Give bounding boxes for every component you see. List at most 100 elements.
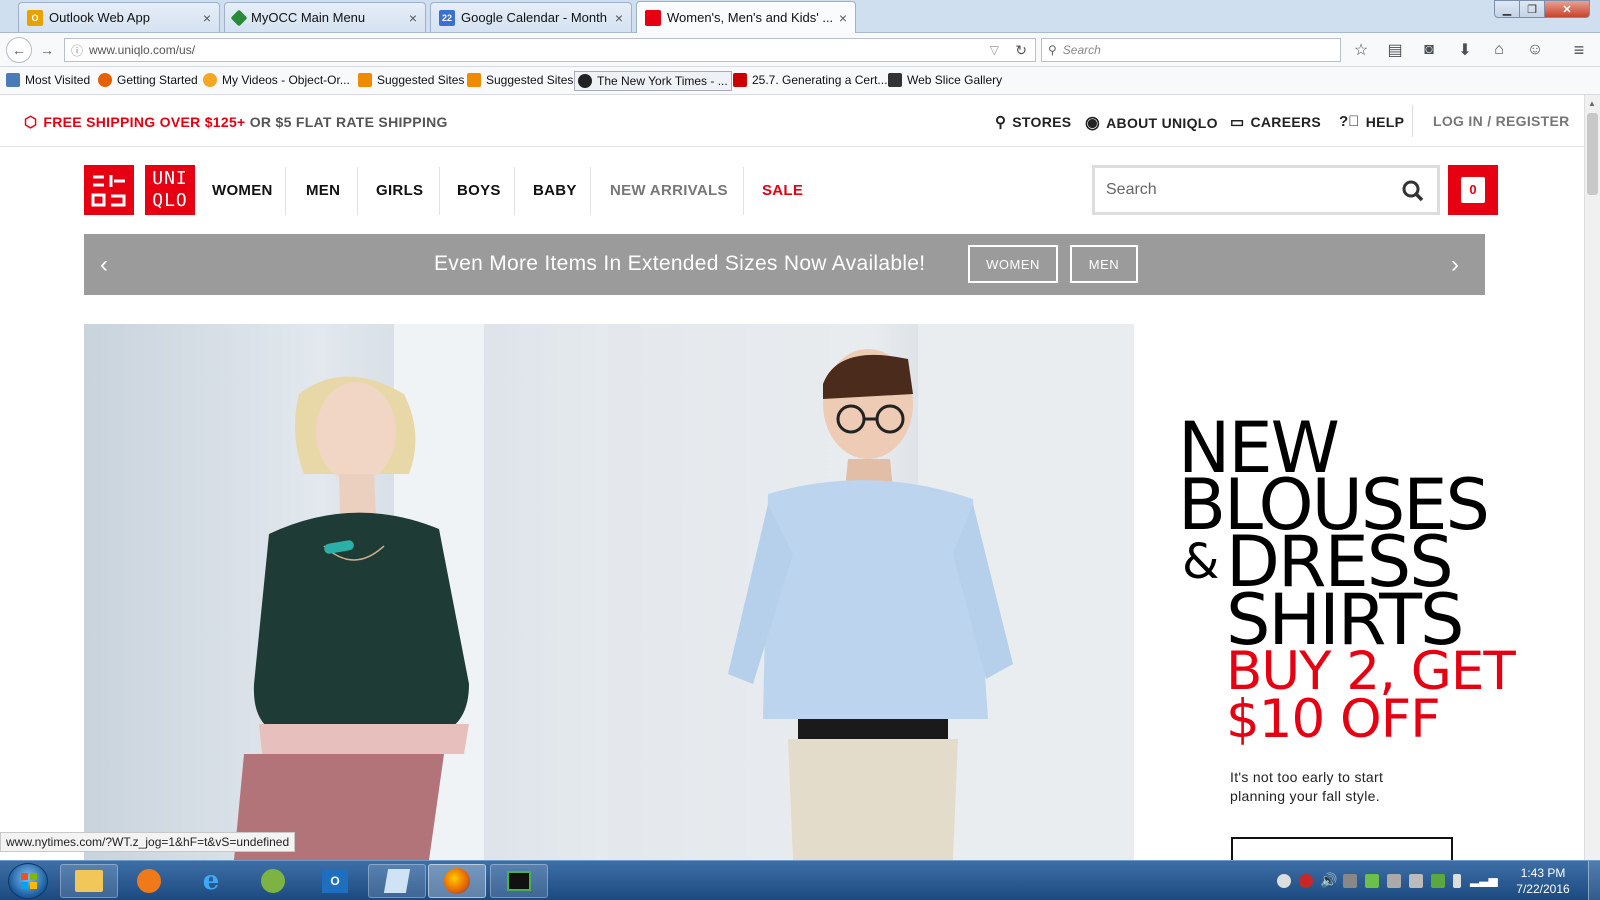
uniqlo-icon (645, 9, 661, 26)
nav-sale[interactable]: SALE (762, 182, 803, 199)
minimize-button[interactable]: ▁ (1494, 0, 1520, 18)
nav-divider (743, 167, 744, 215)
media-player-icon[interactable] (120, 864, 178, 898)
hero-image-men[interactable] (608, 324, 1134, 860)
bookmark-label: Suggested Sites (486, 73, 574, 87)
search-icon[interactable] (1401, 179, 1425, 203)
star-burst-icon (203, 73, 217, 87)
scroll-up-icon[interactable]: ▲ (1588, 99, 1596, 108)
internet-explorer-icon[interactable]: e (182, 864, 240, 898)
update-icon[interactable] (1431, 874, 1445, 888)
clock-time: 1:43 PM (1520, 866, 1566, 880)
close-icon[interactable]: × (409, 10, 417, 26)
nav-men[interactable]: MEN (306, 182, 340, 199)
sync-icon[interactable] (1365, 874, 1379, 888)
web-slice-icon (888, 73, 902, 87)
url-text[interactable]: www.uniqlo.com/us/ (89, 43, 195, 57)
careers-link[interactable]: ▭ CAREERS (1230, 113, 1321, 131)
download-icon[interactable]: ⬇ (1456, 41, 1474, 59)
nav-new-arrivals[interactable]: NEW ARRIVALS (610, 182, 728, 199)
login-link[interactable]: LOG IN / REGISTER (1433, 113, 1570, 129)
terminal-icon[interactable] (490, 864, 548, 898)
restore-button[interactable]: ❐ (1519, 0, 1545, 18)
nav-girls[interactable]: GIRLS (376, 182, 423, 199)
tab-google-calendar[interactable]: 22 Google Calendar - Month ... × (430, 2, 632, 32)
device-icon[interactable] (1409, 874, 1423, 888)
close-icon[interactable]: × (203, 10, 211, 26)
clock[interactable]: 1:43 PM 7/22/2016 (1508, 865, 1578, 897)
nav-divider (357, 167, 358, 215)
url-bar[interactable]: ⓘ www.uniqlo.com/us/ ▽ ↻ (64, 38, 1036, 62)
nav-boys[interactable]: BOYS (457, 182, 501, 199)
chevron-right-icon[interactable]: › (1451, 251, 1459, 279)
banner-men-button[interactable]: MEN (1070, 245, 1138, 283)
tab-myocc[interactable]: MyOCC Main Menu × (224, 2, 426, 32)
banner-women-button[interactable]: WOMEN (968, 245, 1058, 283)
redhat-icon (733, 73, 747, 87)
security-icon[interactable] (1299, 874, 1313, 888)
outlook-icon[interactable]: O (306, 864, 364, 898)
nav-baby[interactable]: BABY (533, 182, 577, 199)
bookmark-label: My Videos - Object-Or... (222, 73, 350, 87)
nav-divider (590, 167, 591, 215)
tab-outlook[interactable]: O Outlook Web App × (18, 2, 220, 32)
chat-icon[interactable]: ☺ (1526, 41, 1544, 59)
bookmark-my-videos[interactable]: My Videos - Object-Or... (203, 73, 350, 87)
web-page: ⬡ FREE SHIPPING OVER $125+ OR $5 FLAT RA… (0, 95, 1584, 860)
reload-icon[interactable]: ↻ (1015, 42, 1027, 59)
dropdown-arrow-icon[interactable]: ▽ (990, 43, 999, 57)
back-button[interactable]: ← (6, 37, 32, 63)
page-scrollbar[interactable]: ▲ (1584, 95, 1600, 860)
promo-subtext-1: It's not too early to start (1230, 769, 1384, 785)
pocket-icon[interactable]: ◙ (1420, 41, 1438, 59)
tab-uniqlo[interactable]: Women's, Men's and Kids' ... × (636, 1, 856, 33)
display-icon[interactable] (1343, 874, 1357, 888)
bookmark-web-slice-gallery[interactable]: Web Slice Gallery (888, 73, 1002, 87)
uniqlo-logo-katakana[interactable] (84, 165, 134, 215)
bookmark-most-visited[interactable]: Most Visited (6, 73, 90, 87)
reading-list-icon[interactable]: ▤ (1386, 41, 1404, 59)
start-button[interactable] (8, 863, 48, 899)
cart-button[interactable]: 0 (1448, 165, 1498, 215)
menu-icon[interactable]: ≡ (1570, 40, 1588, 60)
suggested-icon (358, 73, 372, 87)
home-icon[interactable]: ⌂ (1490, 41, 1508, 59)
help-link[interactable]: ?⃝ HELP (1339, 113, 1404, 130)
bookmark-getting-started[interactable]: Getting Started (98, 73, 198, 87)
uniqlo-logo[interactable]: UNI QLO (145, 165, 195, 215)
stores-link[interactable]: ⚲ STORES (995, 113, 1071, 131)
bookmark-nytimes[interactable]: The New York Times - ... (574, 71, 732, 91)
volume-icon[interactable]: 🔊 (1320, 872, 1337, 889)
file-explorer-icon[interactable] (60, 864, 118, 898)
tab-title: MyOCC Main Menu (251, 10, 366, 25)
forward-button[interactable]: → (40, 42, 54, 58)
bookmark-label: Suggested Sites (377, 73, 465, 87)
site-search-field[interactable]: Search (1092, 165, 1440, 215)
firefox-icon[interactable] (428, 864, 486, 898)
android-studio-icon[interactable] (244, 864, 302, 898)
shipping-rest: OR $5 FLAT RATE SHIPPING (245, 114, 448, 130)
notes-icon[interactable] (368, 864, 426, 898)
bookmark-generating-cert[interactable]: 25.7. Generating a Cert... (733, 73, 887, 87)
battery-icon[interactable] (1453, 874, 1461, 888)
close-icon[interactable]: × (615, 10, 623, 26)
promo-shop-button[interactable] (1231, 837, 1453, 860)
close-icon[interactable]: × (839, 10, 847, 26)
hero-image-women[interactable] (84, 324, 608, 860)
nav-women[interactable]: WOMEN (212, 182, 273, 199)
navigation-toolbar: ← → ⓘ www.uniqlo.com/us/ ▽ ↻ ⚲ Search ☆ … (0, 33, 1600, 67)
bookmark-star-icon[interactable]: ☆ (1352, 41, 1370, 59)
bookmark-suggested-sites-2[interactable]: Suggested Sites (467, 73, 573, 87)
show-desktop-button[interactable] (1588, 861, 1600, 900)
browser-search-box[interactable]: ⚲ Search (1041, 38, 1341, 62)
network-status-icon[interactable] (1277, 874, 1291, 888)
tools-icon[interactable] (1387, 874, 1401, 888)
close-window-button[interactable]: ✕ (1544, 0, 1590, 18)
shipping-notice[interactable]: ⬡ FREE SHIPPING OVER $125+ OR $5 FLAT RA… (24, 113, 448, 131)
about-link[interactable]: ◉ ABOUT UNIQLO (1085, 113, 1218, 133)
bookmark-suggested-sites-1[interactable]: Suggested Sites (358, 73, 464, 87)
signal-icon[interactable]: ▂▃▅ (1470, 873, 1498, 887)
scroll-thumb[interactable] (1587, 113, 1598, 195)
chevron-left-icon[interactable]: ‹ (100, 251, 108, 279)
nav-divider (285, 167, 286, 215)
